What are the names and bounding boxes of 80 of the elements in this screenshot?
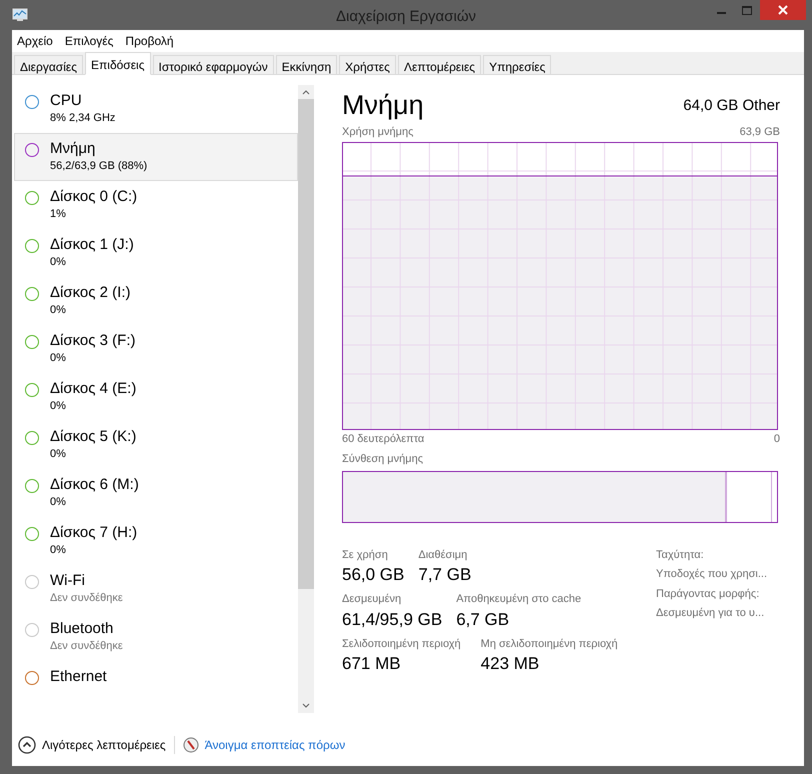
gauge-icon bbox=[182, 737, 199, 753]
sidebar-item[interactable]: Δίσκος 4 (E:) 0% bbox=[14, 373, 298, 421]
item-name: Δίσκος 2 (I:) bbox=[50, 283, 131, 303]
item-name: Δίσκος 1 (J:) bbox=[50, 235, 134, 255]
menu-item[interactable]: Αρχείο bbox=[17, 32, 53, 50]
sidebar-item[interactable]: Δίσκος 6 (M:) 0% bbox=[14, 469, 298, 517]
graph-max: 63,9 GB bbox=[740, 125, 780, 140]
item-name: Bluetooth bbox=[50, 619, 114, 639]
property-label: Ταχύτητα: bbox=[656, 548, 705, 562]
tab[interactable]: Υπηρεσίες bbox=[483, 55, 552, 74]
item-name: Δίσκος 5 (K:) bbox=[50, 427, 136, 447]
item-name: Δίσκος 7 (H:) bbox=[50, 523, 138, 543]
item-name: Δίσκος 6 (M:) bbox=[50, 475, 139, 495]
item-name: Wi-Fi bbox=[50, 571, 86, 591]
item-detail: 0% bbox=[50, 303, 67, 317]
close-icon bbox=[778, 5, 788, 15]
panel-title: Μνήμη bbox=[342, 89, 424, 121]
item-detail: 0% bbox=[50, 351, 67, 365]
item-name: Δίσκος 4 (E:) bbox=[50, 379, 136, 399]
item-detail: 0% bbox=[50, 255, 67, 269]
tab[interactable]: Λεπτομέρειες bbox=[398, 55, 482, 74]
stat-value: 61,4/95,9 GB bbox=[342, 608, 442, 630]
stat-value: 7,7 GB bbox=[418, 564, 472, 586]
stat-label: Δεσμευμένη bbox=[342, 592, 402, 607]
graph-label: Χρήση μνήμης bbox=[342, 125, 414, 140]
fewer-details-button[interactable]: Λιγότερες λεπτομέρειες bbox=[18, 736, 175, 754]
item-detail: 0% bbox=[50, 543, 67, 557]
stat-value: 56,0 GB bbox=[342, 564, 404, 586]
item-detail: 0% bbox=[50, 447, 67, 461]
item-detail: 8% 2,34 GHz bbox=[50, 111, 116, 125]
item-detail: 0% bbox=[50, 495, 67, 509]
close-button[interactable] bbox=[760, 0, 806, 20]
composition-label: Σύνθεση μνήμης bbox=[342, 452, 424, 467]
sidebar-item[interactable]: Μνήμη 56,2/63,9 GB (88%) bbox=[14, 133, 298, 181]
item-name: Μνήμη bbox=[50, 139, 96, 159]
menu-item[interactable]: Επιλογές bbox=[64, 32, 114, 50]
axis-label: 60 δευτερόλεπτα bbox=[342, 432, 424, 446]
stat-value: 423 MB bbox=[480, 653, 540, 675]
item-detail: 0% bbox=[50, 399, 67, 413]
chevron-up-icon bbox=[18, 736, 36, 754]
tab[interactable]: Εκκίνηση bbox=[276, 55, 338, 74]
item-name: Δίσκος 0 (C:) bbox=[50, 187, 138, 207]
stat-label: Σελιδοποιημένη περιοχή bbox=[342, 636, 461, 652]
item-detail: Δεν συνδέθηκε bbox=[50, 591, 123, 605]
property-label: Παράγοντας μορφής: bbox=[656, 586, 760, 602]
menu-item[interactable]: Προβολή bbox=[125, 32, 174, 50]
sidebar-item[interactable]: Δίσκος 7 (H:) 0% bbox=[14, 517, 298, 565]
property-label: Δεσμευμένη για το υ... bbox=[656, 606, 766, 621]
sidebar-item[interactable]: Bluetooth Δεν συνδέθηκε bbox=[14, 613, 298, 661]
item-detail: 56,2/63,9 GB (88%) bbox=[50, 159, 148, 173]
app-icon bbox=[12, 8, 28, 22]
tab[interactable]: Διεργασίες bbox=[14, 55, 83, 74]
item-name: Ethernet bbox=[50, 667, 107, 687]
stat-label: Αποθηκευμένη στο cache bbox=[456, 592, 582, 607]
tab[interactable]: Χρήστες bbox=[339, 55, 396, 74]
item-detail: 1% bbox=[50, 207, 67, 221]
panel-subtitle: 64,0 GB Other bbox=[683, 96, 780, 116]
item-name: Δίσκος 3 (F:) bbox=[50, 331, 136, 351]
tab[interactable]: Επιδόσεις bbox=[85, 52, 151, 75]
resource-monitor-link[interactable]: Άνοιγμα εποπτείας πόρων bbox=[204, 736, 346, 754]
sidebar-item[interactable]: Δίσκος 3 (F:) 0% bbox=[14, 325, 298, 373]
tab[interactable]: Ιστορικό εφαρμογών bbox=[152, 55, 274, 74]
window-title: Διαχείριση Εργασιών bbox=[334, 7, 478, 27]
stat-value: 6,7 GB bbox=[456, 608, 510, 630]
sidebar-item[interactable]: Wi-Fi Δεν συνδέθηκε bbox=[14, 565, 298, 613]
property-label: Υποδοχές που χρησι... bbox=[656, 567, 768, 582]
sidebar-item[interactable]: CPU 8% 2,34 GHz bbox=[14, 85, 298, 133]
item-detail: Δεν συνδέθηκε bbox=[50, 639, 123, 653]
scrollbar[interactable] bbox=[298, 85, 314, 713]
sidebar-item[interactable]: Δίσκος 5 (K:) 0% bbox=[14, 421, 298, 469]
sidebar-item[interactable]: Ethernet bbox=[14, 661, 298, 709]
sidebar-item[interactable]: Δίσκος 1 (J:) 0% bbox=[14, 229, 298, 277]
sidebar-item[interactable]: Δίσκος 2 (I:) 0% bbox=[14, 277, 298, 325]
item-name: CPU bbox=[50, 91, 83, 111]
stat-label: Μη σελιδοποιημένη περιοχή bbox=[480, 636, 618, 652]
sidebar-item[interactable]: Δίσκος 0 (C:) 1% bbox=[14, 181, 298, 229]
stat-label: Σε χρήση bbox=[342, 548, 389, 562]
axis-label: 0 bbox=[774, 432, 780, 446]
stat-value: 671 MB bbox=[342, 653, 402, 675]
stat-label: Διαθέσιμη bbox=[418, 548, 468, 562]
